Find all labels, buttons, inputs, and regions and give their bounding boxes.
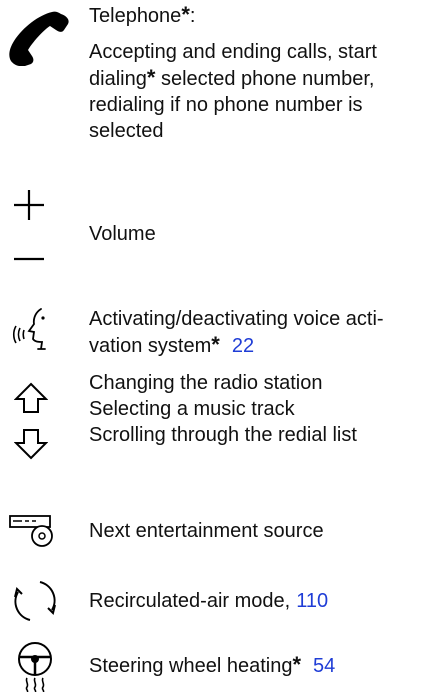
voice-activation-item: Activating/deactivating voice acti- vati… — [0, 300, 436, 370]
page-ref-110[interactable]: 110 — [296, 590, 328, 612]
steering-wheel-heating-item: Steering wheel heating* 54 — [0, 640, 436, 692]
recirculated-air-icon — [14, 581, 56, 621]
volume-label: Volume — [89, 223, 156, 245]
entertainment-source-icon — [9, 515, 53, 547]
voice-activation-line1: Activating/deactivating voice acti- — [89, 308, 384, 330]
steering-wheel-heating-icon — [18, 642, 52, 692]
telephone-description: Accepting and ending calls, start dialin… — [89, 41, 377, 142]
entertainment-source-label: Next entertainment source — [89, 520, 324, 542]
optional-marker: * — [181, 2, 190, 27]
telephone-handset-icon — [9, 11, 69, 66]
optional-marker: * — [292, 652, 302, 677]
minus-icon — [14, 257, 44, 261]
arrow-line-2: Selecting a music track — [89, 398, 295, 420]
arrow-line-3: Scrolling through the redial list — [89, 424, 357, 446]
voice-activation-line2: vation system* 22 — [89, 332, 255, 357]
plus-icon — [14, 190, 44, 220]
recirculated-air-item: Recirculated-air mode, 110 — [0, 578, 436, 628]
down-arrow-icon — [14, 429, 48, 460]
steering-wheel-heating-label: Steering wheel heating — [89, 655, 293, 677]
telephone-item: Telephone*: Accepting and ending calls, … — [0, 0, 436, 170]
up-down-arrow-item: Changing the radio station Selecting a m… — [0, 370, 436, 480]
entertainment-source-item: Next entertainment source — [0, 508, 436, 558]
volume-item: Volume — [0, 178, 436, 288]
recirculated-air-label: Recirculated-air mode, — [89, 590, 291, 612]
up-arrow-icon — [14, 382, 48, 413]
voice-activation-icon — [12, 308, 46, 350]
page-ref-54[interactable]: 54 — [313, 655, 335, 677]
telephone-title: Telephone*: — [89, 2, 196, 27]
arrow-line-1: Changing the radio station — [89, 372, 323, 394]
optional-marker: * — [211, 332, 220, 357]
page-ref-22[interactable]: 22 — [232, 335, 254, 357]
